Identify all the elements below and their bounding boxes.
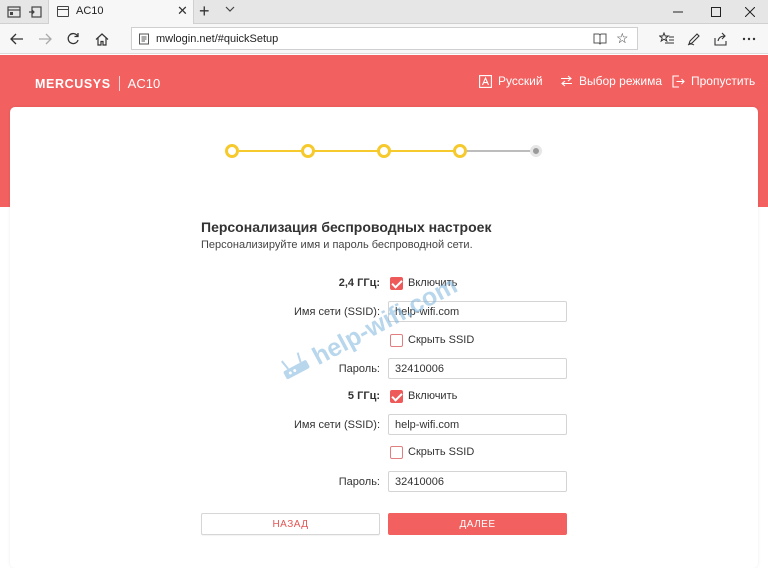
browser-tab[interactable]: AC10 ✕ (48, 0, 194, 24)
band-24-hide-ssid-label[interactable]: Скрыть SSID (408, 334, 474, 346)
band-5-enable-label[interactable]: Включить (408, 390, 457, 402)
close-window-icon[interactable] (732, 0, 768, 24)
band-5-ssid-label: Имя сети (SSID): (293, 419, 380, 431)
band-5-enable-checkbox[interactable] (390, 390, 403, 403)
step-line-completed (239, 150, 460, 152)
url-text[interactable]: mwlogin.net/#quickSetup (156, 33, 278, 45)
page-title: Персонализация беспроводных настроек (201, 219, 492, 235)
reading-view-icon[interactable] (593, 32, 607, 48)
skip-link[interactable]: Пропустить (672, 74, 755, 88)
next-button[interactable]: ДАЛЕЕ (388, 513, 567, 535)
band-24-password-input[interactable] (388, 358, 567, 379)
share-icon[interactable] (711, 29, 731, 49)
language-link[interactable]: Русский (479, 74, 543, 88)
band-5-label: 5 ГГц: (347, 390, 380, 402)
brand: MERCUSYS AC10 (35, 76, 160, 91)
tab-title: AC10 (76, 5, 104, 17)
step-dot-1 (225, 144, 239, 158)
band-5-password-input[interactable] (388, 471, 567, 492)
tab-close-icon[interactable]: ✕ (177, 3, 188, 19)
band-5-hide-ssid-label[interactable]: Скрыть SSID (408, 446, 474, 458)
brand-logo: MERCUSYS (35, 76, 111, 91)
mode-select-link[interactable]: Выбор режима (560, 74, 662, 88)
band-5-ssid-input[interactable] (388, 414, 567, 435)
router-watermark-icon (276, 349, 316, 389)
model-name: AC10 (127, 76, 161, 91)
page-info-icon[interactable] (138, 33, 150, 48)
band-24-hide-ssid-checkbox[interactable] (390, 334, 403, 347)
page-subtitle: Персонализируйте имя и пароль беспроводн… (201, 239, 473, 251)
band-24-ssid-label: Имя сети (SSID): (293, 306, 380, 318)
step-line-pending (460, 150, 536, 152)
pen-notes-icon[interactable] (684, 29, 704, 49)
refresh-icon[interactable] (63, 29, 83, 49)
band-24-label: 2,4 ГГц: (338, 277, 380, 289)
switch-mode-icon (560, 75, 573, 87)
new-tab-icon[interactable]: + (199, 1, 210, 21)
skip-label[interactable]: Пропустить (691, 74, 755, 88)
browser-tab-bar: AC10 ✕ + (0, 0, 768, 24)
browser-address-bar: mwlogin.net/#quickSetup ☆ (0, 24, 768, 54)
maximize-icon[interactable] (698, 0, 734, 24)
setup-card: Персонализация беспроводных настроек Пер… (10, 107, 758, 568)
home-icon[interactable] (92, 29, 112, 49)
tab-preview-chevron-icon[interactable] (224, 3, 236, 18)
restore-tabs-icon[interactable] (27, 4, 43, 20)
mode-select-label[interactable]: Выбор режима (579, 74, 662, 88)
favorite-star-icon[interactable]: ☆ (616, 30, 629, 47)
back-button[interactable]: НАЗАД (201, 513, 380, 535)
forward-arrow-icon[interactable] (35, 29, 55, 49)
more-options-icon[interactable] (739, 29, 759, 49)
back-arrow-icon[interactable] (7, 29, 27, 49)
step-dot-5 (530, 145, 542, 157)
step-dot-3 (377, 144, 391, 158)
page-favicon-icon (57, 6, 69, 17)
minimize-icon[interactable] (660, 0, 696, 24)
step-dot-2 (301, 144, 315, 158)
language-icon (479, 74, 492, 88)
brand-divider (118, 76, 120, 91)
band-5-password-label: Пароль: (338, 476, 380, 488)
exit-icon (672, 74, 685, 88)
url-bar[interactable]: mwlogin.net/#quickSetup ☆ (131, 27, 638, 50)
step-dot-4 (453, 144, 467, 158)
language-label[interactable]: Русский (498, 74, 543, 88)
band-24-enable-checkbox[interactable] (390, 277, 403, 290)
tabs-aside-icon[interactable] (6, 4, 22, 20)
band-5-hide-ssid-checkbox[interactable] (390, 446, 403, 459)
favorites-hub-icon[interactable] (657, 29, 677, 49)
